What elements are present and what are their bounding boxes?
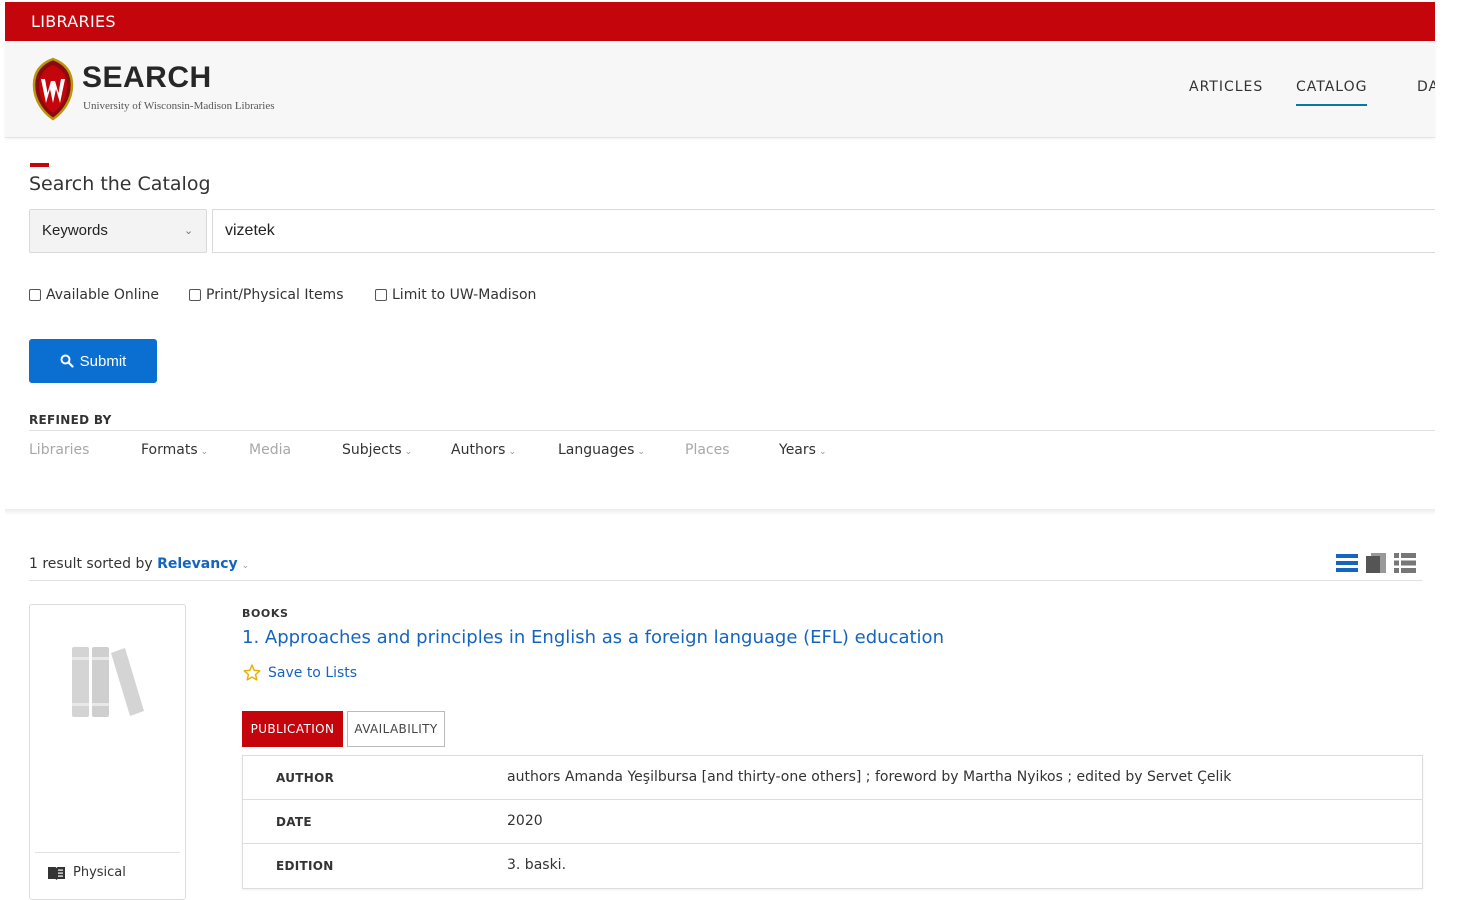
checkbox-limit-uw-madison[interactable]: Limit to UW-Madison: [375, 287, 536, 303]
chevron-down-icon: ⌄: [508, 447, 516, 457]
facet-subjects[interactable]: Subjects ⌄: [342, 442, 412, 458]
save-to-lists-link[interactable]: Save to Lists: [243, 664, 357, 681]
detail-row-edition: EDITION 3. baski.: [243, 844, 1422, 888]
book-open-icon: [48, 866, 65, 880]
facet-years[interactable]: Years ⌄: [779, 442, 826, 458]
chevron-down-icon: ⌄: [404, 447, 413, 457]
refined-by-heading: REFINED BY: [29, 413, 112, 427]
star-outline-icon: [243, 664, 261, 681]
record-details-table: AUTHOR authors Amanda Yeşilbursa [and th…: [242, 755, 1423, 889]
checkbox-label: Print/Physical Items: [206, 287, 344, 303]
top-bar: LIBRARIES: [5, 2, 1435, 41]
divider: [29, 580, 1422, 581]
facet-media: Media: [249, 442, 292, 458]
brand-subtitle: University of Wisconsin-Madison Librarie…: [83, 100, 275, 112]
detail-label: EDITION: [276, 859, 334, 873]
checkbox-label: Limit to UW-Madison: [392, 287, 537, 303]
uw-crest-icon[interactable]: [30, 57, 76, 121]
sort-select[interactable]: Relevancy: [157, 556, 238, 572]
results-count-text: 1 result sorted by: [29, 556, 153, 572]
chevron-down-icon: ⌄: [184, 224, 194, 237]
format-label: Physical: [48, 865, 126, 880]
detail-label: DATE: [276, 815, 312, 829]
results-summary: 1 result sorted by Relevancy ⌄: [29, 556, 249, 572]
checkbox-box[interactable]: [189, 289, 201, 301]
checkbox-label: Available Online: [46, 287, 159, 303]
search-field-value: Keywords: [42, 222, 108, 239]
divider: [35, 852, 180, 853]
search-icon: [60, 354, 74, 368]
detail-row-date: DATE 2020: [243, 800, 1422, 844]
brand-title[interactable]: SEARCH: [82, 61, 212, 95]
checkbox-print-physical[interactable]: Print/Physical Items: [189, 287, 343, 303]
list-view-icon[interactable]: [1336, 553, 1358, 573]
submit-button[interactable]: Submit: [29, 339, 157, 383]
checkbox-box[interactable]: [29, 289, 41, 301]
facet-formats[interactable]: Formats ⌄: [141, 442, 208, 458]
facet-authors[interactable]: Authors ⌄: [451, 442, 516, 458]
detail-row-author: AUTHOR authors Amanda Yeşilbursa [and th…: [243, 756, 1422, 800]
detail-value: authors Amanda Yeşilbursa [and thirty-on…: [507, 769, 1232, 785]
gallery-view-icon[interactable]: [1366, 553, 1386, 573]
record-type: BOOKS: [242, 607, 289, 620]
chevron-down-icon: ⌄: [818, 447, 827, 457]
search-title: Search the Catalog: [29, 173, 211, 195]
record-thumbnail[interactable]: Physical: [29, 604, 186, 900]
tab-availability[interactable]: AVAILABILITY: [347, 711, 445, 747]
facet-languages[interactable]: Languages ⌄: [558, 442, 645, 458]
section-accent: [30, 163, 49, 167]
nav-articles[interactable]: ARTICLES: [1189, 79, 1263, 95]
tab-publication[interactable]: PUBLICATION: [242, 711, 343, 747]
site-header: SEARCH University of Wisconsin-Madison L…: [5, 41, 1435, 138]
compact-view-icon[interactable]: [1394, 553, 1416, 573]
detail-value: 2020: [507, 813, 543, 829]
format-text: Physical: [73, 865, 126, 880]
save-to-lists-label: Save to Lists: [268, 664, 358, 681]
checkbox-box[interactable]: [375, 289, 387, 301]
section-separator: [5, 509, 1435, 515]
facet-places: Places: [685, 442, 730, 458]
checkbox-available-online[interactable]: Available Online: [29, 287, 159, 303]
detail-label: AUTHOR: [276, 771, 335, 785]
nav-catalog[interactable]: CATALOG: [1296, 79, 1368, 106]
detail-value: 3. baski.: [507, 857, 567, 873]
chevron-down-icon: ⌄: [200, 447, 209, 457]
record-title-link[interactable]: 1. Approaches and principles in English …: [242, 627, 944, 648]
libraries-link[interactable]: LIBRARIES: [31, 12, 116, 31]
view-toggle: [1336, 553, 1416, 573]
search-field-select[interactable]: Keywords ⌄: [29, 209, 207, 253]
nav-databases[interactable]: DA: [1417, 79, 1435, 95]
chevron-down-icon: ⌄: [241, 561, 250, 571]
divider: [29, 430, 1435, 431]
submit-label: Submit: [79, 352, 127, 370]
search-input[interactable]: [212, 209, 1435, 253]
books-icon: [72, 647, 144, 717]
facet-libraries: Libraries: [29, 442, 90, 458]
chevron-down-icon: ⌄: [637, 447, 645, 457]
